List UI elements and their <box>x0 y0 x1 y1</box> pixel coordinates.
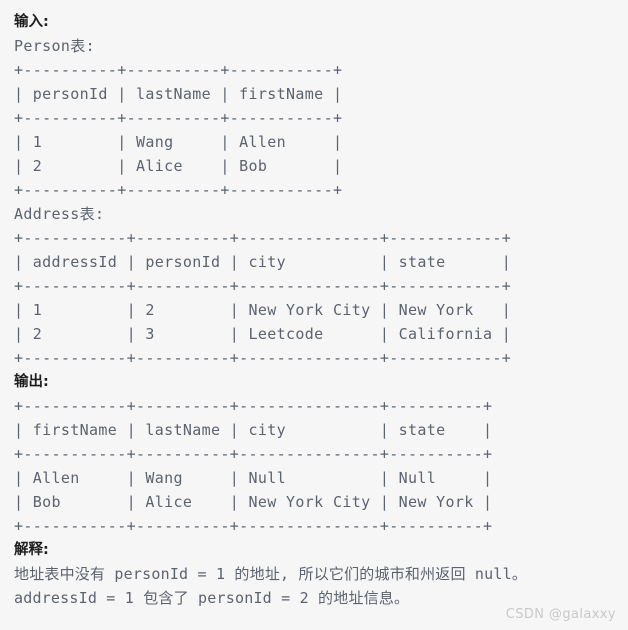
table-row: | 1 | Wang | Allen | <box>14 133 343 151</box>
output-heading: 输出: <box>14 374 49 390</box>
person-table-bottom-border: +----------+----------+-----------+ <box>14 181 343 199</box>
result-table-header-row: | firstName | lastName | city | state | <box>14 421 493 439</box>
person-table: +----------+----------+-----------+ | pe… <box>14 58 628 202</box>
address-table-header-row: | addressId | personId | city | state | <box>14 253 512 271</box>
table-row: | 2 | 3 | Leetcode | California | <box>14 325 512 343</box>
address-table-top-border: +-----------+----------+---------------+… <box>14 229 512 247</box>
person-table-header-border: +----------+----------+-----------+ <box>14 109 343 127</box>
explanation-line-1: 地址表中没有 personId = 1 的地址, 所以它们的城市和州返回 nul… <box>14 565 528 583</box>
person-table-header-row: | personId | lastName | firstName | <box>14 85 343 103</box>
result-table-top-border: +-----------+----------+---------------+… <box>14 397 493 415</box>
address-table-bottom-border: +-----------+----------+---------------+… <box>14 349 512 367</box>
table-row: | 1 | 2 | New York City | New York | <box>14 301 512 319</box>
example-panel: 输入: Person表: +----------+----------+----… <box>0 0 628 630</box>
input-heading: 输入: <box>14 14 49 30</box>
explanation-heading: 解释: <box>14 542 49 558</box>
result-table-header-border: +-----------+----------+---------------+… <box>14 445 493 463</box>
address-table-caption: Address表: <box>14 205 105 223</box>
csdn-watermark: CSDN @galaxxy <box>505 607 616 622</box>
address-table: +-----------+----------+---------------+… <box>14 226 628 370</box>
table-row: | 2 | Alice | Bob | <box>14 157 343 175</box>
table-row: | Bob | Alice | New York City | New York… <box>14 493 493 511</box>
result-table: +-----------+----------+---------------+… <box>14 394 628 538</box>
person-table-caption: Person表: <box>14 37 96 55</box>
table-row: | Allen | Wang | Null | Null | <box>14 469 493 487</box>
result-table-bottom-border: +-----------+----------+---------------+… <box>14 517 493 535</box>
person-table-top-border: +----------+----------+-----------+ <box>14 61 343 79</box>
address-table-header-border: +-----------+----------+---------------+… <box>14 277 512 295</box>
